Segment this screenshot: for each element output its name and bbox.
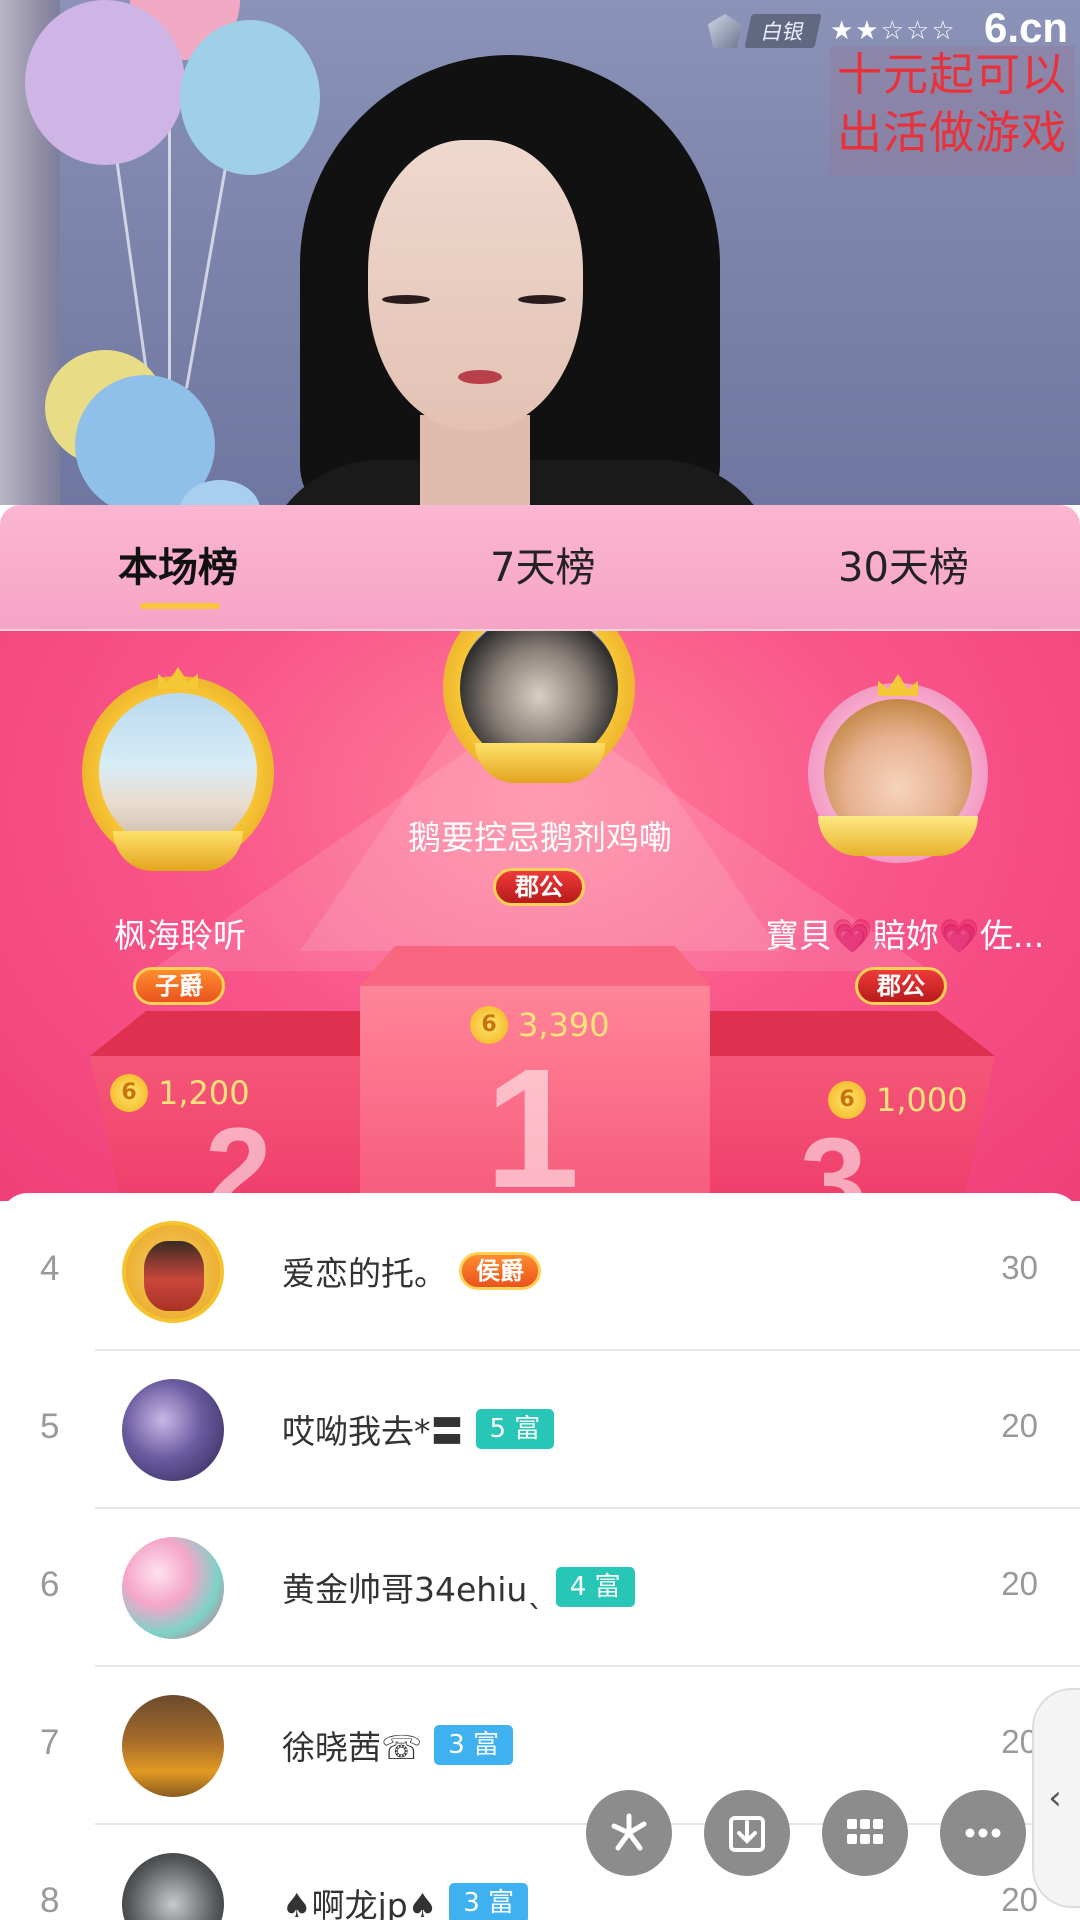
user-name-block: 黄金帅哥34ehiuˎ 4 富 bbox=[282, 1563, 635, 1611]
overlay-line: 十元起可以 bbox=[836, 48, 1067, 101]
first-place-score-value: 3,390 bbox=[518, 1006, 610, 1044]
user-name: 黄金帅哥34ehiuˎ bbox=[282, 1570, 544, 1609]
tab-indicator bbox=[140, 603, 220, 609]
coin-icon: 6 bbox=[110, 1074, 148, 1112]
shield-icon bbox=[708, 14, 742, 48]
avatar[interactable] bbox=[122, 1221, 224, 1323]
contribution-score: 30 bbox=[1001, 1249, 1038, 1286]
wealth-level-badge: 3 富 bbox=[434, 1725, 514, 1765]
list-item[interactable]: 8 ♠啊龙jp♠ 3 富 20 bbox=[0, 1825, 1080, 1920]
streamer-face bbox=[368, 140, 583, 430]
balloon bbox=[180, 20, 320, 175]
download-icon bbox=[729, 1816, 765, 1852]
avatar[interactable] bbox=[122, 1537, 224, 1639]
avatar-wing-ornament bbox=[113, 831, 243, 871]
eye bbox=[518, 295, 566, 304]
user-name-block: ♠啊龙jp♠ 3 富 bbox=[282, 1879, 529, 1920]
star-rating: ★★☆☆☆ bbox=[830, 16, 957, 46]
first-place-score: 6 3,390 bbox=[470, 1006, 610, 1044]
more-icon bbox=[965, 1828, 1001, 1838]
rank-number: 7 bbox=[40, 1723, 60, 1762]
grid-icon bbox=[847, 1819, 883, 1844]
anchor-level-label: 白银 bbox=[744, 14, 822, 48]
sparkle-icon bbox=[611, 1813, 647, 1851]
third-place-score: 6 1,000 bbox=[828, 1081, 968, 1119]
wealth-level-badge: 5 富 bbox=[475, 1409, 555, 1449]
tab-30-days[interactable]: 30天榜 bbox=[838, 535, 969, 593]
contribution-score: 20 bbox=[1001, 1407, 1038, 1444]
apps-button[interactable] bbox=[822, 1790, 908, 1876]
list-item[interactable]: 4 爱恋的托。 侯爵 30 bbox=[0, 1193, 1080, 1351]
balloon-string bbox=[114, 150, 149, 380]
sparkle-button[interactable] bbox=[586, 1790, 672, 1876]
top3-podium: 2 3 1 鹅要控忌鹅剂鸡嘞 郡公 6 3,390 枫海聆听 子爵 6 1,20… bbox=[0, 631, 1080, 1201]
third-place-title-badge: 郡公 bbox=[855, 967, 947, 1005]
third-place-name: 寶貝💗賠妳💗佐... bbox=[765, 916, 1045, 955]
second-place-name: 枫海聆听 bbox=[114, 916, 246, 955]
avatar-second[interactable] bbox=[99, 693, 257, 851]
noble-title-badge: 侯爵 bbox=[459, 1252, 541, 1290]
user-name-block: 哎呦我去*〓 5 富 bbox=[282, 1405, 555, 1453]
rank-number: 8 bbox=[40, 1881, 60, 1920]
second-place-score-value: 1,200 bbox=[158, 1074, 250, 1112]
stream-overlay-text: 十元起可以 出活做游戏 bbox=[830, 46, 1075, 176]
wealth-level-badge: 3 富 bbox=[449, 1883, 529, 1920]
mouth bbox=[458, 370, 502, 384]
site-logo: 6.cn bbox=[984, 4, 1069, 51]
user-name-block: 徐晓茜☏ 3 富 bbox=[282, 1721, 514, 1769]
balloon-string bbox=[185, 161, 228, 389]
user-name: 爱恋的托。 bbox=[282, 1254, 447, 1293]
balloon bbox=[75, 375, 215, 505]
tab-this-session[interactable]: 本场榜 bbox=[118, 535, 238, 593]
contribution-score: 20 bbox=[1001, 1565, 1038, 1602]
avatar-wing-ornament bbox=[475, 743, 605, 783]
contribution-score: 20 bbox=[1001, 1881, 1038, 1918]
avatar-wing-ornament bbox=[818, 816, 978, 856]
side-drawer-toggle[interactable]: ‹ bbox=[1032, 1688, 1080, 1908]
rank-number: 6 bbox=[40, 1565, 60, 1604]
balloon-string bbox=[168, 130, 171, 380]
list-item[interactable]: 7 徐晓茜☏ 3 富 20 bbox=[0, 1667, 1080, 1825]
more-button[interactable] bbox=[940, 1790, 1026, 1876]
rank-number: 4 bbox=[40, 1249, 60, 1288]
live-video[interactable]: 白银 ★★☆☆☆ 6.cn 十元起可以 出活做游戏 bbox=[0, 0, 1080, 505]
tab-7-days[interactable]: 7天榜 bbox=[490, 535, 595, 593]
coin-icon: 6 bbox=[470, 1006, 508, 1044]
ranking-list[interactable]: 4 爱恋的托。 侯爵 30 5 哎呦我去*〓 5 富 20 6 黄金帅哥34eh… bbox=[0, 1193, 1080, 1920]
podium-digit-1: 1 bbox=[485, 1034, 580, 1201]
avatar[interactable] bbox=[122, 1695, 224, 1797]
list-item[interactable]: 6 黄金帅哥34ehiuˎ 4 富 20 bbox=[0, 1509, 1080, 1667]
ranking-tabs: 本场榜 7天榜 30天榜 bbox=[0, 505, 1080, 631]
first-place-name: 鹅要控忌鹅剂鸡嘞 bbox=[408, 818, 672, 857]
user-name: 哎呦我去*〓 bbox=[282, 1412, 464, 1451]
download-button[interactable] bbox=[704, 1790, 790, 1876]
third-place-score-value: 1,000 bbox=[876, 1081, 968, 1119]
podium-digit-3: 3 bbox=[800, 1113, 867, 1201]
user-name-block: 爱恋的托。 侯爵 bbox=[282, 1247, 541, 1295]
user-name: ♠啊龙jp♠ bbox=[282, 1886, 438, 1920]
balloon bbox=[25, 0, 185, 165]
podium-digit-2: 2 bbox=[205, 1103, 272, 1201]
second-place-score: 6 1,200 bbox=[110, 1074, 250, 1112]
overlay-line: 出活做游戏 bbox=[836, 106, 1067, 159]
chevron-left-icon: ‹ bbox=[1048, 1778, 1062, 1818]
list-item[interactable]: 5 哎呦我去*〓 5 富 20 bbox=[0, 1351, 1080, 1509]
first-place-title-badge: 郡公 bbox=[493, 868, 585, 906]
anchor-level-badge: 白银 ★★☆☆☆ bbox=[708, 14, 957, 48]
wealth-level-badge: 4 富 bbox=[555, 1567, 635, 1607]
rank-number: 5 bbox=[40, 1407, 60, 1446]
avatar[interactable] bbox=[122, 1379, 224, 1481]
second-place-title-badge: 子爵 bbox=[133, 967, 225, 1005]
eye bbox=[382, 295, 430, 304]
avatar[interactable] bbox=[122, 1853, 224, 1920]
coin-icon: 6 bbox=[828, 1081, 866, 1119]
user-name: 徐晓茜☏ bbox=[282, 1728, 423, 1767]
